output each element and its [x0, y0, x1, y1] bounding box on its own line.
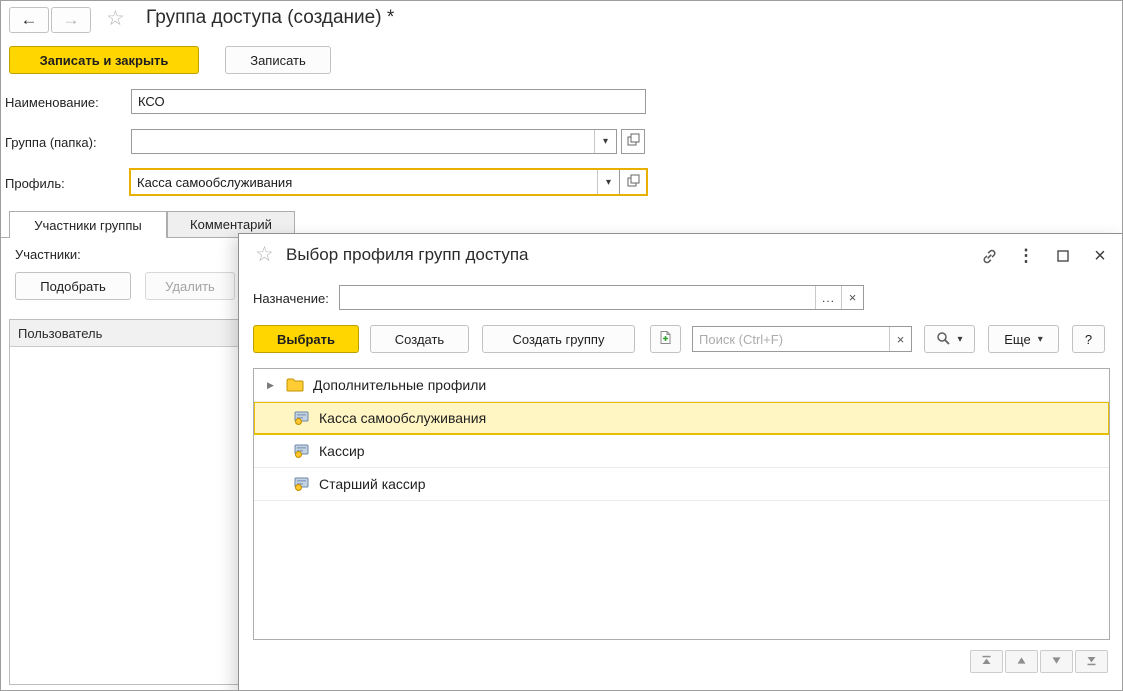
list-item-folder[interactable]: ▶ Дополнительные профили: [254, 369, 1109, 402]
save-and-close-button[interactable]: Записать и закрыть: [9, 46, 199, 74]
clear-icon: ×: [897, 332, 905, 347]
profile-open-button[interactable]: [619, 170, 646, 194]
delete-member-button[interactable]: Удалить: [145, 272, 235, 300]
list-item-label: Касса самообслуживания: [319, 410, 486, 426]
dialog-favorite-star-icon[interactable]: ☆: [255, 244, 274, 265]
chevron-down-icon: ▾: [603, 136, 608, 147]
search-clear-button[interactable]: ×: [889, 327, 911, 351]
open-list-icon: [627, 174, 640, 190]
arrow-down-icon: [1051, 653, 1062, 671]
search-icon: [936, 331, 950, 348]
page-title: Группа доступа (создание) *: [146, 7, 394, 29]
back-button[interactable]: ←: [9, 7, 49, 33]
group-dropdown-button[interactable]: ▾: [594, 130, 616, 153]
profile-icon: [294, 477, 310, 491]
assignment-field: ... ×: [339, 285, 864, 310]
create-copy-button[interactable]: [650, 325, 681, 353]
clear-icon: ×: [849, 290, 857, 305]
more-button-label: Еще: [1004, 332, 1030, 347]
select-button[interactable]: Выбрать: [253, 325, 359, 353]
profile-dropdown-button[interactable]: ▾: [597, 170, 619, 194]
assignment-clear-button[interactable]: ×: [841, 286, 863, 309]
list-item-label: Кассир: [319, 443, 365, 459]
app-window: ← → ☆ Группа доступа (создание) * Записа…: [0, 0, 1123, 691]
members-label: Участники:: [15, 247, 81, 262]
scroll-top-button[interactable]: [970, 650, 1003, 673]
profile-label: Профиль:: [5, 176, 65, 191]
expand-icon[interactable]: ▶: [267, 380, 278, 391]
pick-members-button[interactable]: Подобрать: [15, 272, 131, 300]
profile-input[interactable]: [131, 170, 597, 194]
dialog-window-controls: ⋮ ×: [980, 245, 1109, 267]
link-icon[interactable]: [980, 246, 998, 266]
profiles-list: ▶ Дополнительные профили: [253, 368, 1110, 640]
list-item-profile-selected[interactable]: Касса самообслуживания: [254, 402, 1109, 435]
name-input[interactable]: [131, 89, 646, 114]
arrow-top-bar-icon: [981, 653, 992, 671]
create-button[interactable]: Создать: [370, 325, 469, 353]
help-button[interactable]: ?: [1072, 325, 1105, 353]
list-item-label: Дополнительные профили: [313, 377, 486, 393]
chevron-down-icon: ▾: [606, 177, 611, 188]
search-field: ×: [692, 326, 912, 352]
group-label: Группа (папка):: [5, 135, 97, 150]
arrow-bottom-bar-icon: [1086, 653, 1097, 671]
profile-select-dialog: ☆ Выбор профиля групп доступа ⋮ × Назнач…: [238, 233, 1123, 691]
scroll-up-button[interactable]: [1005, 650, 1038, 673]
close-icon[interactable]: ×: [1091, 246, 1109, 266]
profile-icon: [294, 444, 310, 458]
more-button[interactable]: Еще ▾: [988, 325, 1059, 353]
arrow-up-icon: [1016, 653, 1027, 671]
chevron-down-icon: ▾: [1038, 334, 1043, 345]
chevron-down-icon: ▾: [957, 334, 962, 345]
ellipsis-icon: ...: [822, 291, 835, 305]
dialog-title: Выбор профиля групп доступа: [286, 245, 528, 265]
profile-icon: [294, 411, 310, 425]
assignment-choose-button[interactable]: ...: [815, 286, 841, 309]
forward-button[interactable]: →: [51, 7, 91, 33]
back-icon: ←: [21, 10, 38, 30]
folder-icon: [286, 378, 304, 392]
assignment-input[interactable]: [340, 286, 815, 309]
search-options-button[interactable]: ▾: [924, 325, 975, 353]
maximize-icon[interactable]: [1054, 246, 1072, 266]
group-input[interactable]: [132, 130, 594, 153]
group-combo: ▾: [131, 129, 617, 154]
save-button[interactable]: Записать: [225, 46, 331, 74]
create-group-button[interactable]: Создать группу: [482, 325, 635, 353]
list-item-profile[interactable]: Старший кассир: [254, 468, 1109, 501]
profile-combo: ▾: [129, 168, 648, 196]
list-nav-buttons: [970, 650, 1108, 673]
open-list-icon: [627, 133, 640, 151]
assignment-label: Назначение:: [253, 291, 329, 306]
search-input[interactable]: [693, 327, 889, 351]
copy-document-icon: [658, 330, 673, 348]
tab-members[interactable]: Участники группы: [9, 211, 167, 238]
group-open-button[interactable]: [621, 129, 645, 154]
list-item-label: Старший кассир: [319, 476, 426, 492]
forward-icon: →: [63, 10, 80, 30]
favorite-star-icon[interactable]: ☆: [106, 8, 125, 29]
name-label: Наименование:: [5, 95, 99, 110]
list-item-profile[interactable]: Кассир: [254, 435, 1109, 468]
menu-dots-icon[interactable]: ⋮: [1017, 246, 1035, 266]
nav-buttons: ← →: [9, 7, 91, 33]
scroll-down-button[interactable]: [1040, 650, 1073, 673]
scroll-bottom-button[interactable]: [1075, 650, 1108, 673]
